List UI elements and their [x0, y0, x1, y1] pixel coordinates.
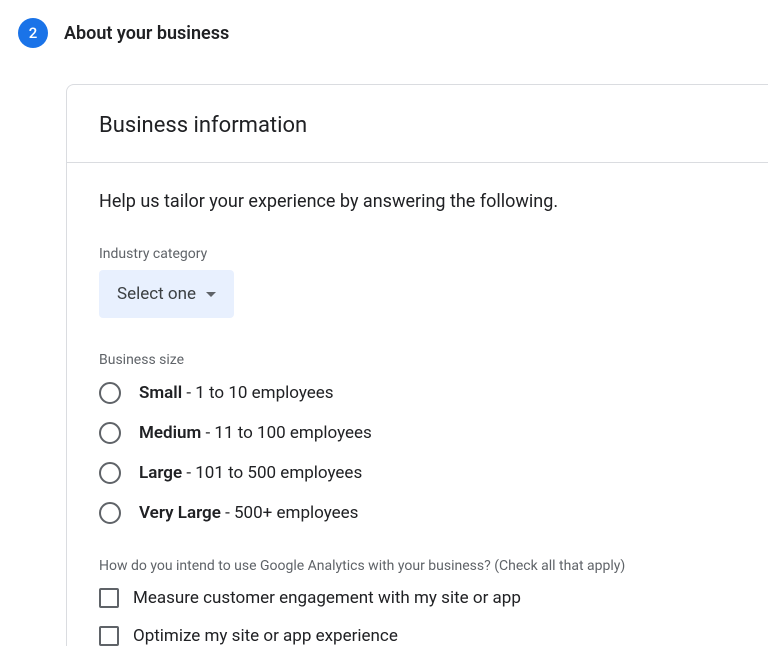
radio-label: Large - 101 to 500 employees	[139, 463, 362, 483]
step-number: 2	[29, 24, 38, 42]
checkbox-label: Measure customer engagement with my site…	[133, 588, 521, 608]
caret-down-icon	[206, 292, 216, 297]
card-header: Business information	[67, 85, 768, 163]
industry-label: Industry category	[99, 246, 736, 262]
card-body: Help us tailor your experience by answer…	[67, 163, 768, 646]
checkbox-icon	[99, 588, 119, 608]
usage-label: How do you intend to use Google Analytic…	[99, 558, 736, 574]
step-header: 2 About your business	[0, 0, 768, 60]
radio-label: Very Large - 500+ employees	[139, 503, 358, 523]
card-title: Business information	[99, 113, 736, 138]
step-number-badge: 2	[18, 18, 48, 48]
business-size-label: Business size	[99, 352, 736, 368]
usage-checkbox-group: Measure customer engagement with my site…	[99, 588, 736, 646]
radio-label: Small - 1 to 10 employees	[139, 383, 334, 403]
radio-very-large[interactable]: Very Large - 500+ employees	[99, 502, 736, 524]
radio-large[interactable]: Large - 101 to 500 employees	[99, 462, 736, 484]
checkbox-optimize-experience[interactable]: Optimize my site or app experience	[99, 626, 736, 646]
checkbox-label: Optimize my site or app experience	[133, 626, 398, 646]
radio-medium[interactable]: Medium - 11 to 100 employees	[99, 422, 736, 444]
radio-icon	[99, 422, 121, 444]
industry-select[interactable]: Select one	[99, 270, 234, 318]
radio-icon	[99, 462, 121, 484]
radio-small[interactable]: Small - 1 to 10 employees	[99, 382, 736, 404]
checkbox-measure-engagement[interactable]: Measure customer engagement with my site…	[99, 588, 736, 608]
industry-selected-value: Select one	[117, 284, 196, 304]
radio-icon	[99, 502, 121, 524]
step-title: About your business	[64, 23, 229, 44]
helper-text: Help us tailor your experience by answer…	[99, 191, 736, 212]
radio-label: Medium - 11 to 100 employees	[139, 423, 372, 443]
checkbox-icon	[99, 626, 119, 646]
business-info-card: Business information Help us tailor your…	[66, 84, 768, 646]
radio-icon	[99, 382, 121, 404]
business-size-radio-group: Small - 1 to 10 employees Medium - 11 to…	[99, 382, 736, 524]
